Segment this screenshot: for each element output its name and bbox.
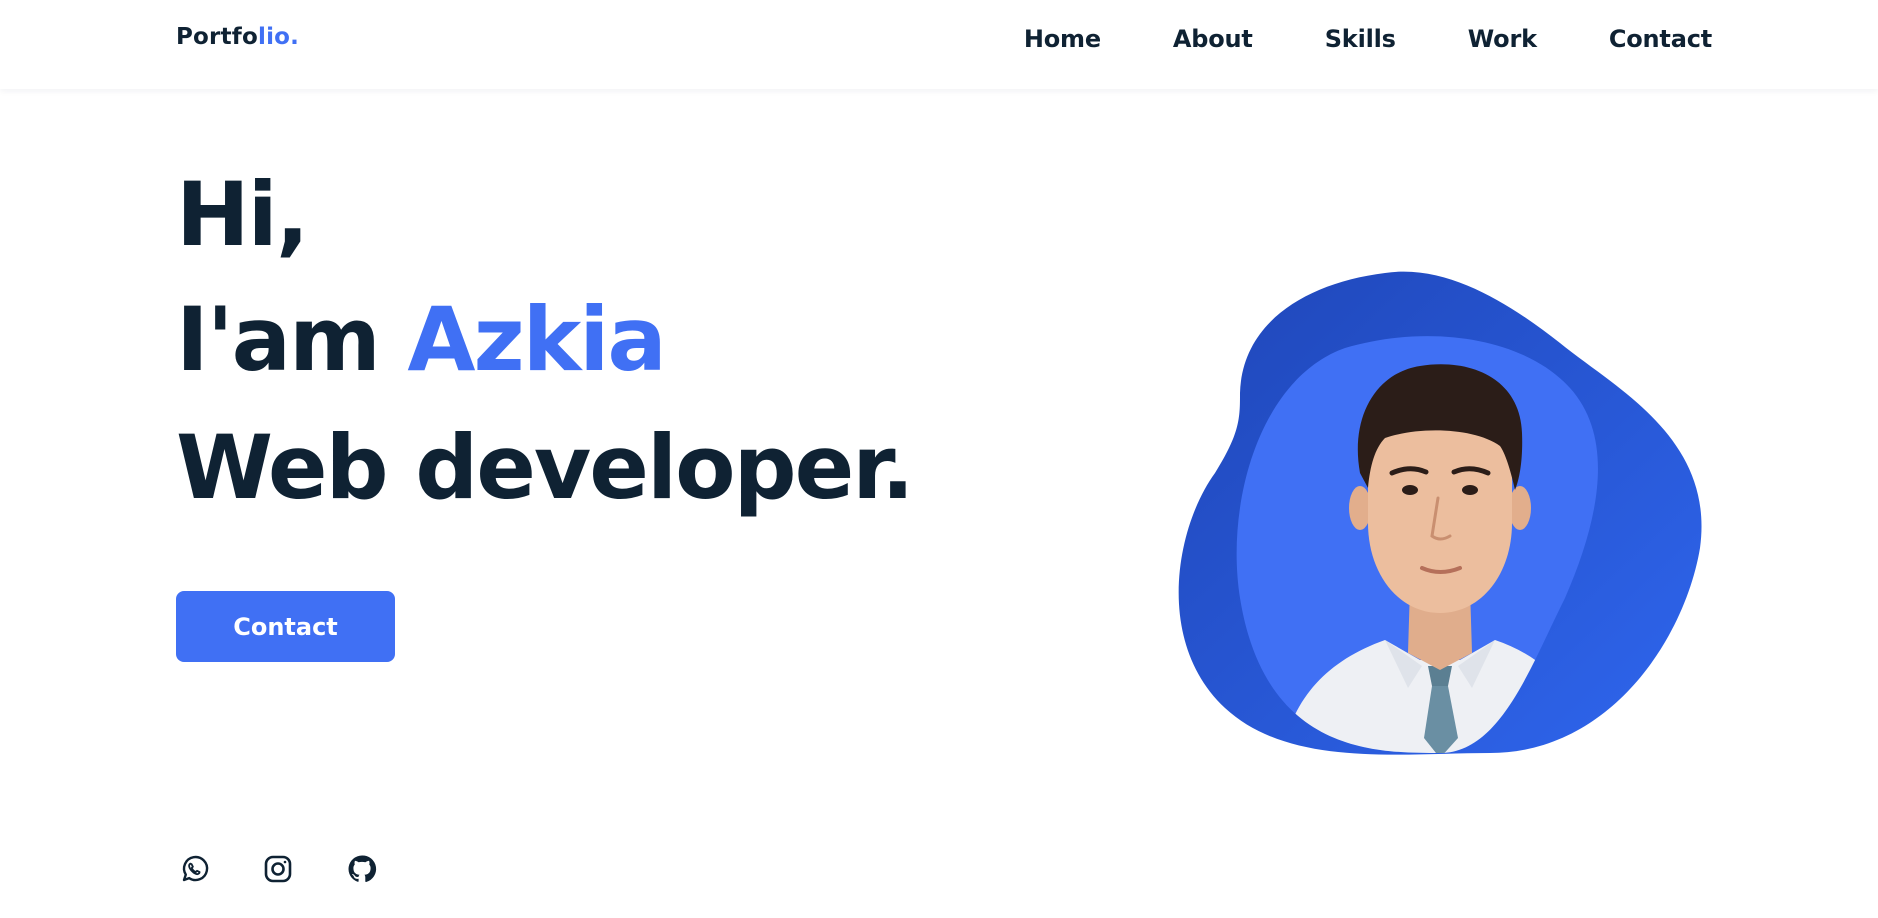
social-links <box>178 853 378 885</box>
logo-main: Portfo <box>176 24 259 50</box>
hero-intro: I'am Azkia <box>176 296 667 384</box>
hero-role: Web developer. <box>176 416 915 519</box>
instagram-icon[interactable] <box>262 853 294 885</box>
nav-home[interactable]: Home <box>1024 25 1101 53</box>
main-nav: Home About Skills Work Contact <box>1024 25 1712 53</box>
whatsapp-icon[interactable] <box>178 853 210 885</box>
github-icon[interactable] <box>346 853 378 885</box>
hero-name: Azkia <box>407 288 666 391</box>
contact-button[interactable]: Contact <box>176 591 395 662</box>
site-header: Portfolio. Home About Skills Work Contac… <box>0 0 1878 89</box>
nav-about[interactable]: About <box>1173 25 1253 53</box>
hero-intro-prefix: I'am <box>176 288 408 391</box>
logo-accent: lio. <box>258 24 300 50</box>
nav-skills[interactable]: Skills <box>1325 25 1396 53</box>
nav-contact[interactable]: Contact <box>1609 25 1712 53</box>
nav-work[interactable]: Work <box>1468 25 1537 53</box>
profile-blob <box>1170 268 1710 773</box>
profile-photo <box>1178 271 1702 755</box>
hero-greeting: Hi, <box>176 163 309 266</box>
logo[interactable]: Portfolio. <box>176 24 299 50</box>
